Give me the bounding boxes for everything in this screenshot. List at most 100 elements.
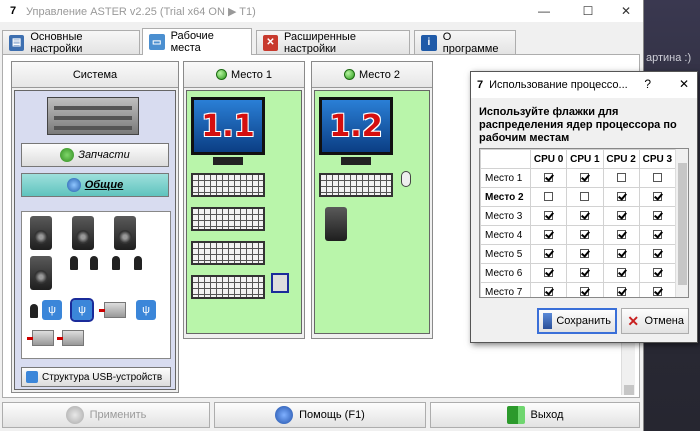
close-button[interactable]: ✕ (606, 0, 646, 22)
cpu-checkbox[interactable] (652, 268, 662, 278)
cpu-checkbox[interactable] (580, 192, 590, 202)
cpu-checkbox[interactable] (544, 268, 554, 278)
keyboard-icon[interactable] (191, 275, 265, 299)
cpu-checkbox-cell (638, 168, 677, 188)
tab-advanced-settings[interactable]: ✕ Расширенные настройки (256, 30, 410, 55)
microphone-icon[interactable] (112, 256, 120, 270)
usb-icon-selected[interactable]: ψ (70, 298, 94, 322)
cpu-checkbox-cell (638, 187, 677, 207)
cpu-checkbox-cell (602, 225, 640, 245)
tab-about[interactable]: i О программе (414, 30, 516, 55)
cpu-grid: CPU 0 CPU 1 CPU 2 CPU 3 Место 1 Место 2 Ме… (479, 148, 689, 298)
speaker-icon[interactable] (114, 216, 136, 250)
apply-button[interactable]: Применить (2, 402, 210, 428)
cpu-checkbox[interactable] (544, 192, 554, 202)
usb-drive-icon[interactable] (99, 302, 126, 318)
speaker-icon[interactable] (30, 256, 52, 290)
monitor-icon[interactable]: 1.1 (191, 97, 265, 155)
mouse-icon[interactable] (401, 171, 411, 187)
keyboard-icon[interactable] (191, 207, 265, 231)
shield-icon (65, 406, 84, 424)
cpu-checkbox[interactable] (652, 230, 662, 240)
grid-scroll-thumb[interactable] (678, 163, 687, 285)
usb-structure-button[interactable]: Структура USB-устройств (21, 367, 171, 387)
keyboard-icon[interactable] (191, 241, 265, 265)
tools-icon: ✕ (263, 34, 278, 51)
cpu-checkbox-cell (566, 187, 604, 207)
cpu-checkbox[interactable] (616, 249, 626, 259)
cpu-checkbox[interactable] (544, 287, 554, 297)
minimize-button[interactable]: — (524, 0, 564, 22)
dialog-help-button[interactable]: ? (644, 77, 651, 91)
cpu-checkbox[interactable] (616, 192, 626, 202)
monitor-icon[interactable]: 1.2 (319, 97, 393, 155)
speaker-icon[interactable] (72, 216, 94, 250)
microphone-icon[interactable] (30, 304, 38, 318)
cpu-checkbox[interactable] (544, 230, 554, 240)
usb-drive-icon[interactable] (57, 330, 84, 346)
cpu-grid-header: CPU 0 CPU 1 CPU 2 CPU 3 (480, 149, 677, 169)
usb-drive-icon[interactable] (27, 330, 54, 346)
parts-button[interactable]: Запчасти (21, 143, 169, 167)
cpu-checkbox[interactable] (652, 192, 662, 202)
cpu-checkbox-cell (638, 206, 677, 226)
cpu-checkbox[interactable] (616, 173, 626, 183)
keyboard-icon[interactable] (319, 173, 393, 197)
help-button[interactable]: Помощь (F1) (214, 402, 426, 428)
maximize-button[interactable]: ☐ (568, 0, 608, 22)
microphone-icon[interactable] (134, 256, 142, 270)
system-column: Система Запчасти Общие ψ ψ ψ Структура U… (11, 61, 179, 393)
cpu-checkbox[interactable] (544, 249, 554, 259)
server-icon (47, 97, 139, 135)
exit-label: Выход (530, 409, 564, 421)
scroll-thumb[interactable] (624, 385, 634, 395)
microphone-icon[interactable] (90, 256, 98, 270)
exit-button[interactable]: Выход (430, 402, 640, 428)
cpu-checkbox[interactable] (580, 249, 590, 259)
cancel-button[interactable]: ✕ Отмена (621, 308, 689, 334)
grid-scrollbar[interactable] (675, 149, 688, 297)
app-icon: 7 (477, 79, 484, 91)
cpu-checkbox[interactable] (580, 287, 590, 297)
cpu-checkbox[interactable] (580, 268, 590, 278)
cpu-checkbox[interactable] (544, 173, 554, 183)
cpu-usage-dialog: 7 Использование процессо... ? ✕ Использу… (470, 71, 698, 343)
save-button[interactable]: Сохранить (537, 308, 617, 334)
cpu-checkbox[interactable] (616, 268, 626, 278)
cpu-checkbox[interactable] (616, 230, 626, 240)
cpu-checkbox[interactable] (616, 211, 626, 221)
dialog-close-button[interactable]: ✕ (679, 77, 689, 91)
common-button[interactable]: Общие (21, 173, 169, 197)
cpu-checkbox[interactable] (580, 230, 590, 240)
usb-icon[interactable]: ψ (136, 300, 156, 320)
microphone-icon[interactable] (70, 256, 78, 270)
tab-basic-settings[interactable]: ▤ Основные настройки (2, 30, 140, 55)
cpu-checkbox[interactable] (652, 173, 662, 183)
cpu-checkbox-cell (566, 244, 604, 264)
usb-icon[interactable]: ψ (42, 300, 62, 320)
cpu-checkbox[interactable] (652, 249, 662, 259)
tab-label: Рабочие места (170, 30, 214, 54)
dialog-description: Используйте флажки для распределения яде… (479, 106, 677, 144)
cpu-checkbox-cell (638, 263, 677, 283)
cpu-checkbox[interactable] (580, 173, 590, 183)
cpu-checkbox-cell (529, 187, 568, 207)
place-1-column: Место 1 1.1 (183, 61, 305, 339)
phone-icon[interactable] (271, 273, 289, 293)
row-place-name: Место 5 (480, 244, 531, 264)
cpu-checkbox[interactable] (652, 211, 662, 221)
tab-workplaces[interactable]: ▭ Рабочие места (142, 28, 252, 55)
usb-structure-label: Структура USB-устройств (42, 371, 163, 383)
cancel-icon: ✕ (627, 313, 640, 329)
cpu-checkbox[interactable] (616, 287, 626, 297)
app-icon: 7 (9, 5, 17, 17)
cpu-checkbox[interactable] (544, 211, 554, 221)
help-icon (275, 406, 294, 424)
speaker-icon[interactable] (325, 207, 347, 241)
cpu-checkbox-cell (602, 168, 640, 188)
cpu-grid-row: Место 4 (480, 225, 677, 245)
cpu-checkbox[interactable] (652, 287, 662, 297)
cpu-checkbox[interactable] (580, 211, 590, 221)
speaker-icon[interactable] (30, 216, 52, 250)
keyboard-icon[interactable] (191, 173, 265, 197)
